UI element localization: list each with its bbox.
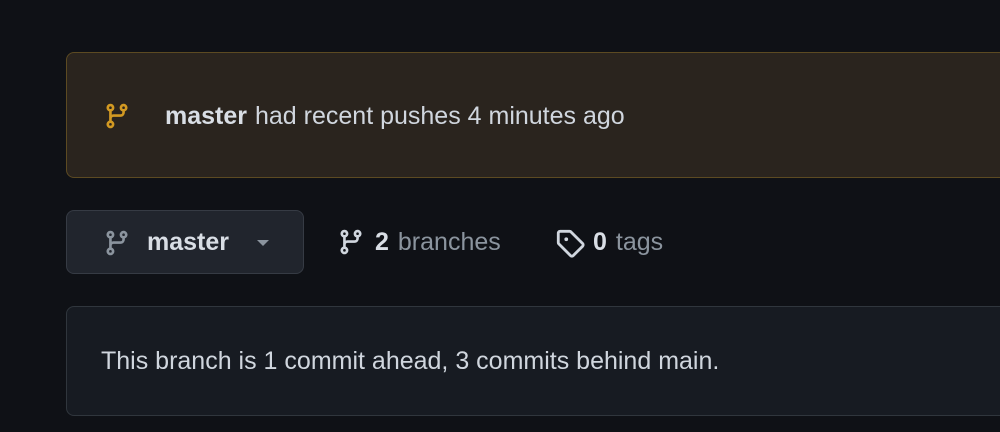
- tags-link[interactable]: 0 tags: [555, 210, 663, 274]
- branch-select-button[interactable]: master: [66, 210, 304, 274]
- recent-push-branch-name[interactable]: master: [165, 102, 247, 131]
- branch-status-text: This branch is 1 commit ahead, 3 commits…: [101, 346, 720, 375]
- branches-link[interactable]: 2 branches: [337, 210, 501, 274]
- recent-push-banner: master had recent pushes 4 minutes ago: [66, 52, 1000, 178]
- recent-push-message: had recent pushes 4 minutes ago: [255, 101, 625, 130]
- git-branch-icon: [103, 102, 131, 130]
- branches-label: branches: [397, 227, 501, 256]
- branches-count: 2: [375, 227, 389, 256]
- tags-label: tags: [615, 227, 664, 256]
- git-branch-icon: [103, 229, 131, 257]
- repo-page: master had recent pushes 4 minutes ago m…: [0, 0, 1000, 432]
- tags-count: 0: [593, 227, 607, 256]
- branch-select-label: master: [147, 227, 229, 256]
- git-branch-icon: [337, 228, 365, 256]
- recent-push-text: master had recent pushes 4 minutes ago: [165, 53, 625, 179]
- tag-icon: [555, 228, 585, 258]
- branch-status-box: This branch is 1 commit ahead, 3 commits…: [66, 306, 1000, 416]
- chevron-down-icon: [255, 236, 271, 248]
